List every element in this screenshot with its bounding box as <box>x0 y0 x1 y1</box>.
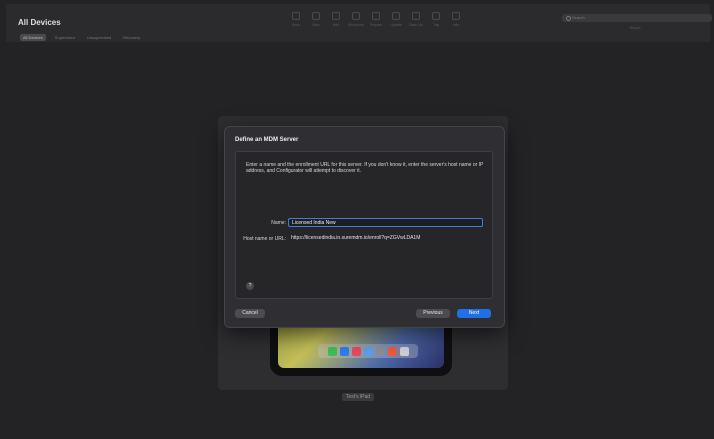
safari-app-icon <box>339 346 349 356</box>
url-input[interactable]: https://licensedindia.in.suremdm.io/enro… <box>288 234 483 243</box>
update-icon <box>392 12 400 20</box>
toolbar-area: All Devices All Devices Supervised Unsup… <box>6 4 712 42</box>
prepare-icon <box>372 12 380 20</box>
filter-supervised[interactable]: Supervised <box>52 34 78 41</box>
blueprints-icon <box>352 12 360 20</box>
toolbar-backup-button[interactable]: Back Up <box>406 12 426 27</box>
dialog-description: Enter a name and the enrollment URL for … <box>246 162 484 174</box>
device-name-label: Test's iPad <box>342 393 375 401</box>
backup-icon <box>412 12 420 20</box>
info-icon <box>452 12 460 20</box>
name-label: Name: <box>271 220 286 226</box>
toolbar-tag-button[interactable]: Tag <box>426 12 446 27</box>
help-button[interactable]: ? <box>246 282 254 290</box>
dialog-title: Define an MDM Server <box>235 137 299 143</box>
photos-app-icon <box>387 346 397 356</box>
device-filters: All Devices Supervised Unsupervised Reco… <box>20 34 143 41</box>
app-window: All Devices All Devices Supervised Unsup… <box>0 0 714 439</box>
toolbar-back-button[interactable]: Back <box>286 12 306 27</box>
toolbar-prepare-button[interactable]: Prepare <box>366 12 386 27</box>
toolbar-update-button[interactable]: Update <box>386 12 406 27</box>
add-icon <box>332 12 340 20</box>
toolbar-blueprints-button[interactable]: Blueprints <box>346 12 366 27</box>
report-button[interactable]: Report <box>630 26 641 30</box>
window-title: All Devices <box>18 18 61 27</box>
ipad-dock <box>318 344 418 358</box>
url-label: Host name or URL: <box>243 236 286 242</box>
next-button[interactable]: Next <box>457 309 491 318</box>
search-field[interactable]: Search <box>562 14 712 22</box>
previous-button[interactable]: Previous <box>416 309 450 318</box>
music-app-icon <box>351 346 361 356</box>
filter-recovery[interactable]: Recovery <box>120 34 143 41</box>
search-icon <box>566 16 571 21</box>
toolbar-view-button[interactable]: View <box>306 12 326 27</box>
toolbar-add-button[interactable]: Add <box>326 12 346 27</box>
toolbar: Back View Add Blueprints Prepare Update <box>286 12 466 27</box>
files-app-icon <box>399 346 409 356</box>
cancel-button[interactable]: Cancel <box>235 309 265 318</box>
filter-unsupervised[interactable]: Unsupervised <box>84 34 114 41</box>
mdm-server-dialog: Define an MDM Server Enter a name and th… <box>224 126 505 328</box>
name-input[interactable]: Licensed India New <box>288 218 483 227</box>
toolbar-info-button[interactable]: Info <box>446 12 466 27</box>
view-icon <box>312 12 320 20</box>
settings-app-icon <box>375 346 385 356</box>
url-row: Host name or URL: <box>236 234 286 244</box>
tag-icon <box>432 12 440 20</box>
name-row: Name: <box>236 218 286 228</box>
filter-all-devices[interactable]: All Devices <box>20 34 46 41</box>
dialog-content-panel: Enter a name and the enrollment URL for … <box>235 151 493 299</box>
back-icon <box>292 12 300 20</box>
messages-app-icon <box>327 346 337 356</box>
mail-app-icon <box>363 346 373 356</box>
